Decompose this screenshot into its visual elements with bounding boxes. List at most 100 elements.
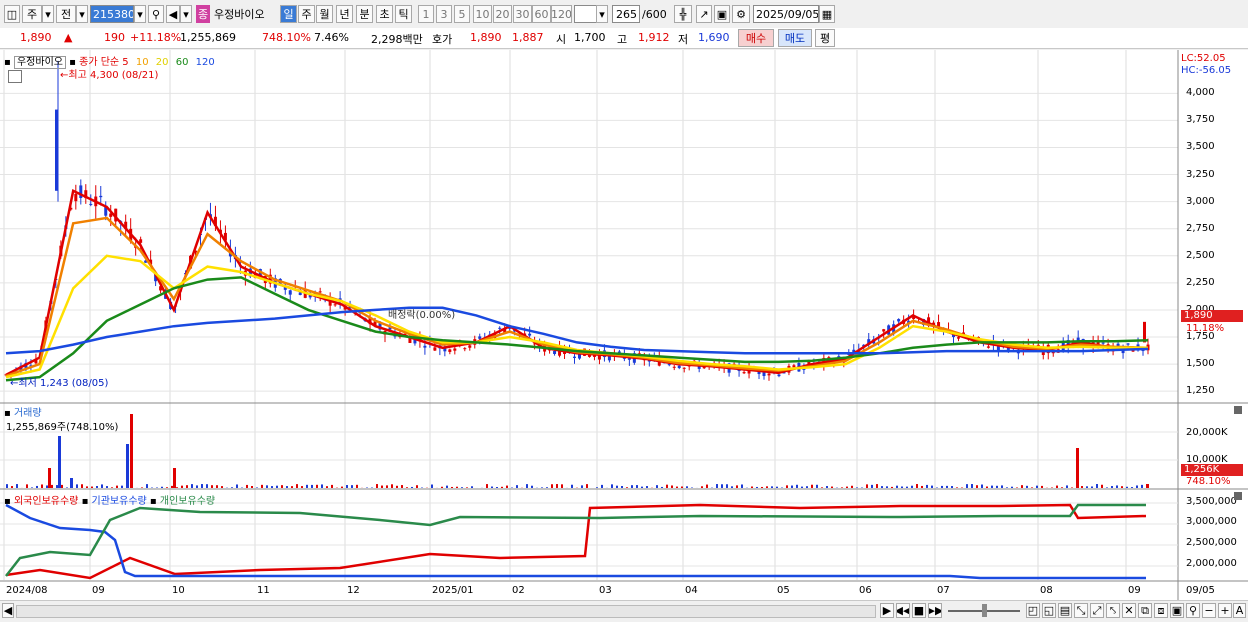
period-minute[interactable]: 분 xyxy=(356,5,373,23)
draw-tool-icon[interactable]: ↗ xyxy=(696,5,712,23)
buy-button[interactable]: 매수 xyxy=(738,29,774,47)
interval-20[interactable]: 20 xyxy=(493,5,512,23)
volume-bar xyxy=(716,484,718,488)
date-input[interactable]: 2025/09/05 xyxy=(753,5,819,23)
rights-note: 배정락(0.00%) xyxy=(388,306,455,321)
interval-10[interactable]: 10 xyxy=(473,5,492,23)
tool-icon-8[interactable]: ⧉ xyxy=(1138,603,1152,618)
chevron-down-icon[interactable]: ▾ xyxy=(76,5,88,23)
count-input[interactable]: 265 xyxy=(612,5,640,23)
speaker-icon[interactable]: ◀ xyxy=(166,5,180,23)
volume-bar xyxy=(956,487,958,488)
volume-bar xyxy=(626,487,628,488)
period-month[interactable]: 월 xyxy=(316,5,333,23)
period-tick[interactable]: 틱 xyxy=(395,5,412,23)
volume-bar xyxy=(91,487,93,488)
price-axis-label: 3,000 xyxy=(1186,196,1215,207)
period-second[interactable]: 초 xyxy=(376,5,393,23)
chevron-down-icon[interactable]: ▾ xyxy=(134,5,146,23)
volume-bar xyxy=(251,486,253,488)
legend-institution[interactable]: 기관보유수량 xyxy=(92,496,147,507)
high-label: 고 xyxy=(617,31,627,47)
tool-icon-3[interactable]: ▤ xyxy=(1058,603,1072,618)
scroll-left-icon[interactable]: ◀ xyxy=(2,603,14,618)
volume-bar xyxy=(391,484,393,488)
chart-canvas[interactable] xyxy=(0,50,1248,600)
candle-type-icon[interactable]: ╬ xyxy=(674,5,692,23)
volume-bar xyxy=(596,487,598,488)
stock-code-input[interactable]: 215380 xyxy=(90,5,134,23)
tool-icon-1[interactable]: ◰ xyxy=(1026,603,1040,618)
chevron-down-icon[interactable]: ▾ xyxy=(596,5,608,23)
volume-bar xyxy=(741,484,743,488)
holdings-axis-2500000: 2,500,000 xyxy=(1186,537,1237,548)
panel-close-icon[interactable] xyxy=(1234,406,1242,414)
chevron-down-icon[interactable]: ▾ xyxy=(42,5,54,23)
period-week[interactable]: 주 xyxy=(298,5,315,23)
volume-bar xyxy=(166,487,168,488)
x-axis-label: 06 xyxy=(859,585,872,596)
volume-bar xyxy=(841,487,843,488)
interval-3[interactable]: 3 xyxy=(436,5,452,23)
grid-toggle-icon[interactable] xyxy=(8,70,22,83)
period-year[interactable]: 년 xyxy=(336,5,353,23)
volume-spike-bar xyxy=(126,444,129,488)
sell-button[interactable]: 매도 xyxy=(778,29,812,47)
tab-week[interactable]: 주 xyxy=(22,5,42,23)
tab-all[interactable]: 전 xyxy=(56,5,76,23)
chart-area[interactable]: ▪ 우정바이오 ▪ 종가 단순 5 10 20 60 120 ←최고 4,300… xyxy=(0,50,1248,600)
volume-bar xyxy=(981,485,983,488)
volume-bar xyxy=(291,486,293,488)
calendar-icon[interactable]: ▦ xyxy=(819,5,835,23)
eval-button[interactable]: 평 xyxy=(815,29,835,47)
search-icon[interactable]: ⚲ xyxy=(148,5,164,23)
tool-icon-6[interactable]: ⤣ xyxy=(1106,603,1120,618)
current-price-tag: 1,890 xyxy=(1181,310,1243,322)
play-icon[interactable]: ▶ xyxy=(880,603,894,618)
zoom-search-icon[interactable]: ⚲ xyxy=(1186,603,1200,618)
tool-icon-5[interactable]: ⤢ xyxy=(1090,603,1104,618)
panel-close-icon[interactable] xyxy=(1234,492,1242,500)
price-change-pct: +11.18% xyxy=(130,31,181,44)
interval-60[interactable]: 60 xyxy=(532,5,551,23)
tool-icon-7[interactable]: ✕ xyxy=(1122,603,1136,618)
volume-bar xyxy=(1106,487,1108,488)
volume-bar xyxy=(736,485,738,488)
zoom-in-icon[interactable]: + xyxy=(1218,603,1232,618)
rewind-icon[interactable]: ◀◀ xyxy=(896,603,910,618)
volume-bar xyxy=(726,484,728,488)
volume-bar xyxy=(1091,486,1093,488)
volume-bar xyxy=(306,485,308,488)
zoom-slider-handle[interactable] xyxy=(982,604,987,617)
forward-icon[interactable]: ▶▶ xyxy=(928,603,942,618)
amount: 2,298백만 xyxy=(371,31,423,47)
tool-icon-2[interactable]: ◱ xyxy=(1042,603,1056,618)
hc-label: HC:-56.05 xyxy=(1181,65,1231,76)
interval-120[interactable]: 120 xyxy=(551,5,572,23)
volume-bar xyxy=(296,484,298,488)
scrollbar-track[interactable] xyxy=(16,605,876,618)
volume-bar xyxy=(356,485,358,488)
volume-bar xyxy=(381,486,383,488)
legend-individual[interactable]: 개인보유수량 xyxy=(160,496,215,507)
window-icon[interactable]: ◫ xyxy=(4,5,20,23)
gear-icon[interactable]: ⚙ xyxy=(732,5,750,23)
period-day[interactable]: 일 xyxy=(280,5,297,23)
legend-foreign[interactable]: 외국인보유수량 xyxy=(14,496,78,507)
legend-stock-name[interactable]: 우정바이오 xyxy=(14,56,66,69)
tool-icon-4[interactable]: ⤡ xyxy=(1074,603,1088,618)
candle-body xyxy=(897,319,900,321)
volume-bar xyxy=(161,487,163,488)
chevron-down-icon[interactable]: ▾ xyxy=(180,5,192,23)
save-icon[interactable]: ▣ xyxy=(714,5,730,23)
interval-30[interactable]: 30 xyxy=(513,5,532,23)
interval-1[interactable]: 1 xyxy=(418,5,434,23)
tool-icon-10[interactable]: ▣ xyxy=(1170,603,1184,618)
volume-bar xyxy=(806,486,808,488)
zoom-out-icon[interactable]: − xyxy=(1202,603,1216,618)
volume-bar xyxy=(441,487,443,488)
tool-icon-9[interactable]: ⧈ xyxy=(1154,603,1168,618)
stop-icon[interactable]: ■ xyxy=(912,603,926,618)
font-size-icon[interactable]: A xyxy=(1233,603,1246,618)
interval-5[interactable]: 5 xyxy=(454,5,470,23)
